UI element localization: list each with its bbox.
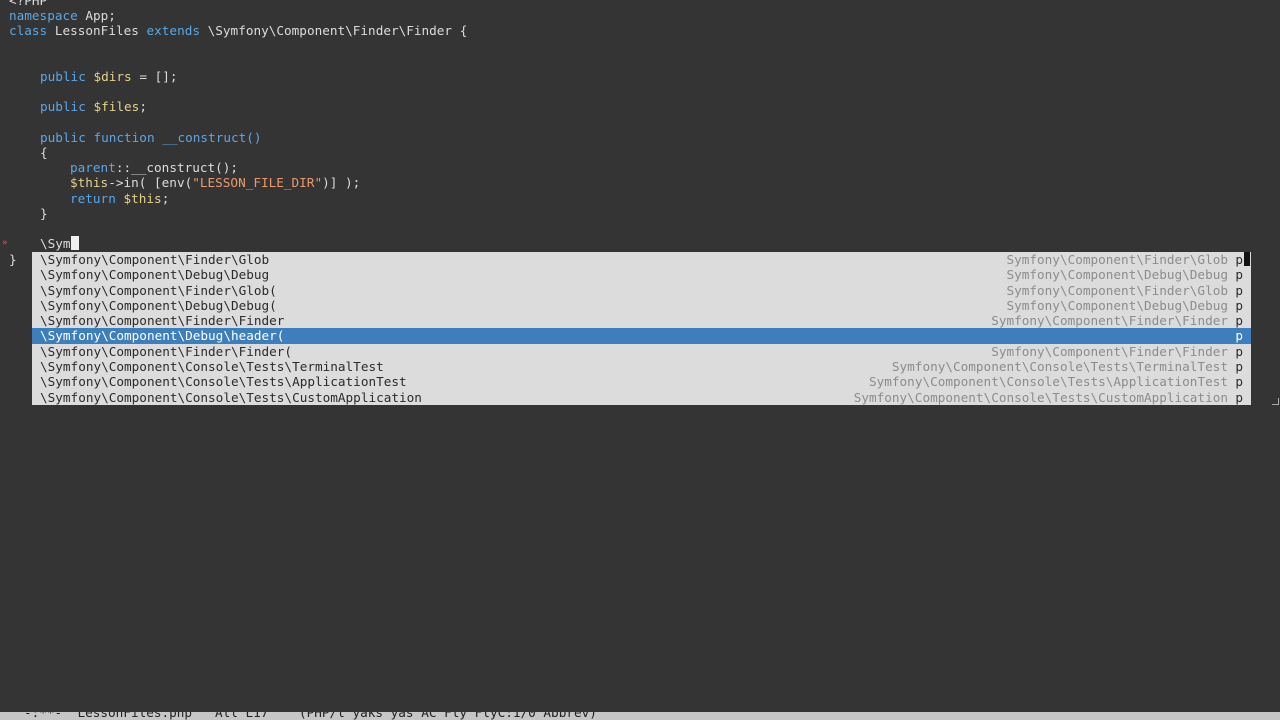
typed-text: \Sym: [40, 236, 71, 251]
fringe-marker-icon: »: [2, 238, 8, 248]
visibility-keyword: public: [40, 99, 86, 114]
completion-item[interactable]: \Symfony\Component\Debug\Debug( Symfony\C…: [32, 298, 1251, 313]
return-keyword: return: [70, 191, 116, 206]
completion-kind: p: [1235, 252, 1243, 267]
files-variable: $files: [93, 99, 140, 114]
completion-item[interactable]: \Symfony\Component\Finder\Finder( Symfony…: [32, 344, 1251, 359]
completion-candidate: \Symfony\Component\Debug\Debug: [40, 267, 270, 283]
parent-call: ::__construct();: [115, 160, 239, 175]
completion-kind: p: [1235, 389, 1243, 405]
function-keywords: public function: [40, 130, 155, 145]
completion-kind: p: [1235, 267, 1243, 283]
completion-popup[interactable]: \Symfony\Component\Finder\Glob Symfony\Co…: [32, 252, 1251, 405]
completion-candidate: \Symfony\Component\Finder\Glob: [40, 252, 270, 267]
completion-candidate: \Symfony\Component\Finder\Glob(: [40, 282, 277, 298]
code-line-close-brace: }: [40, 206, 48, 221]
completion-item[interactable]: \Symfony\Component\Console\Tests\Applica…: [32, 374, 1251, 389]
completion-annotation: Symfony\Component\Finder\Glob: [1006, 252, 1228, 267]
completion-kind: p: [1235, 343, 1243, 359]
completion-candidate: \Symfony\Component\Console\Tests\Termina…: [40, 359, 384, 375]
extends-keyword: extends: [146, 23, 200, 38]
in-call-end: )] );: [322, 175, 361, 190]
completion-candidate: \Symfony\Component\Finder\Finder: [40, 313, 285, 329]
completion-annotation: Symfony\Component\Debug\Debug: [1006, 297, 1228, 313]
parent-keyword: parent: [70, 160, 116, 175]
code-line-return: return $this;: [70, 191, 169, 206]
dirs-variable: $dirs: [93, 69, 132, 84]
parent-class-name: \Symfony\Component\Finder\Finder {: [207, 23, 468, 38]
open-brace: {: [40, 145, 48, 160]
env-string: "LESSON_FILE_DIR": [192, 175, 323, 190]
code-line-class: class LessonFiles extends \Symfony\Compo…: [9, 23, 467, 38]
completion-kind: p: [1235, 297, 1243, 313]
code-line-namespace: namespace App;: [9, 8, 116, 23]
this-variable: $this: [70, 175, 109, 190]
completion-annotation: Symfony\Component\Console\Tests\CustomAp…: [853, 389, 1228, 405]
completion-candidate: \Symfony\Component\Console\Tests\CustomA…: [40, 389, 422, 405]
code-line-files: public $files;: [40, 99, 147, 114]
namespace-name: App;: [85, 8, 116, 23]
mode-line: -:**- LessonFiles.php All L17 (PHP/l yak…: [0, 712, 1280, 720]
code-editor[interactable]: <?PHP namespace App; class LessonFiles e…: [0, 0, 1280, 712]
window-resize-corner-icon: [1272, 398, 1279, 405]
completion-item[interactable]: \Symfony\Component\Console\Tests\CustomA…: [32, 390, 1251, 405]
completion-candidate: \Symfony\Component\Debug\header(: [40, 328, 285, 344]
code-line-open-brace: {: [40, 145, 48, 160]
return-terminator: ;: [161, 191, 170, 206]
completion-item[interactable]: \Symfony\Component\Debug\header( p: [32, 328, 1251, 344]
dirs-assignment: = [];: [131, 69, 178, 84]
namespace-keyword: namespace: [9, 8, 78, 23]
close-brace: }: [40, 206, 48, 221]
completion-annotation: Symfony\Component\Console\Tests\Terminal…: [891, 359, 1228, 375]
mode-line-text: -:**- LessonFiles.php All L17 (PHP/l yak…: [24, 712, 597, 720]
completion-item[interactable]: \Symfony\Component\Debug\Debug Symfony\Co…: [32, 267, 1251, 282]
php-open-tag: <?PHP: [9, 0, 48, 8]
code-line-in-call: $this->in( [env("LESSON_FILE_DIR")] );: [70, 175, 360, 190]
return-variable: $this: [123, 191, 162, 206]
completion-annotation: Symfony\Component\Finder\Glob: [1006, 282, 1228, 298]
completion-item[interactable]: \Symfony\Component\Finder\Glob( Symfony\C…: [32, 283, 1251, 298]
completion-annotation: Symfony\Component\Finder\Finder: [991, 343, 1228, 359]
text-cursor: [70, 236, 79, 250]
code-line-class-close: }: [9, 252, 17, 267]
completion-annotation: Symfony\Component\Debug\Debug: [1006, 267, 1228, 283]
completion-annotation: Symfony\Component\Finder\Finder: [991, 313, 1228, 329]
completion-candidate: \Symfony\Component\Finder\Finder(: [40, 343, 293, 359]
completion-kind: p: [1235, 313, 1243, 329]
visibility-keyword: public: [40, 69, 86, 84]
code-line-current[interactable]: \Sym: [40, 236, 79, 251]
completion-item[interactable]: \Symfony\Component\Finder\Glob Symfony\Co…: [32, 252, 1251, 267]
class-close-brace: }: [9, 252, 17, 267]
code-line-parent-call: parent::__construct();: [70, 160, 238, 175]
in-call: ->in( [env(: [108, 175, 193, 190]
completion-kind: p: [1235, 374, 1243, 390]
class-keyword: class: [9, 23, 48, 38]
completion-candidate: \Symfony\Component\Console\Tests\Applica…: [40, 374, 407, 390]
completion-kind: p: [1235, 282, 1243, 298]
completion-item[interactable]: \Symfony\Component\Console\Tests\Termina…: [32, 359, 1251, 374]
code-line-constructor: public function __construct(): [40, 130, 262, 145]
completion-annotation: Symfony\Component\Console\Tests\Applicat…: [868, 374, 1228, 390]
completion-kind: p: [1235, 328, 1243, 344]
completion-kind: p: [1235, 359, 1243, 375]
completion-candidate: \Symfony\Component\Debug\Debug(: [40, 297, 277, 313]
constructor-name: __construct(): [162, 130, 262, 145]
code-line-php-tag: <?PHP: [9, 0, 47, 8]
code-line-dirs: public $dirs = [];: [40, 69, 178, 84]
class-name: LessonFiles: [54, 23, 139, 38]
completion-item[interactable]: \Symfony\Component\Finder\Finder Symfony\…: [32, 313, 1251, 328]
files-terminator: ;: [139, 99, 147, 114]
